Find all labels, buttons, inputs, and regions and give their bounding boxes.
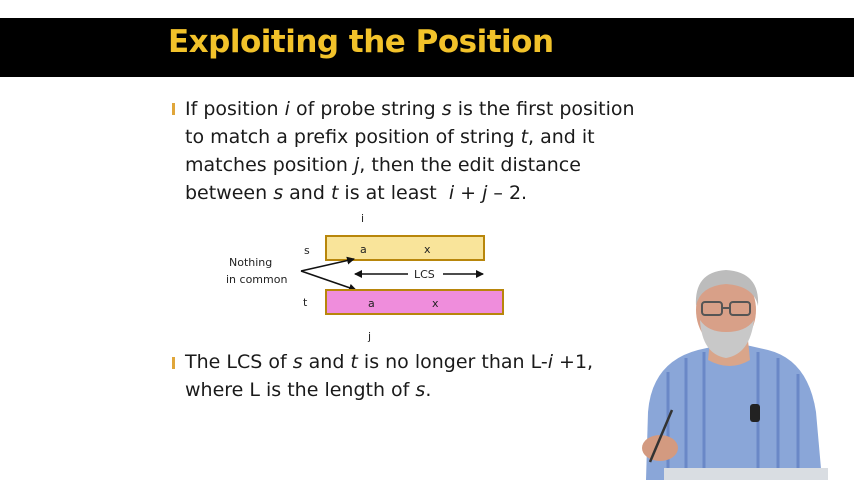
- lcs-label: LCS: [414, 268, 435, 281]
- t-bar: [325, 289, 504, 315]
- laptop-edge: [664, 468, 828, 480]
- label-j: j: [367, 330, 371, 343]
- label-t: t: [303, 296, 308, 309]
- lapel-microphone-icon: [750, 404, 760, 422]
- bullet-2-line-2: where L is the length of s.: [185, 379, 432, 401]
- bullet-marker-2: [172, 357, 175, 369]
- label-i: i: [361, 212, 364, 225]
- arrow-to-t-a: [300, 270, 357, 292]
- nothing-line-2: in common: [226, 273, 287, 286]
- s-bar: [325, 235, 485, 261]
- t-bar-x: x: [432, 297, 439, 310]
- label-s: s: [304, 244, 310, 257]
- bullet-2-line-1: The LCS of s and t is no longer than L-i…: [185, 351, 594, 373]
- nothing-line-1: Nothing: [229, 256, 272, 269]
- presenter-video: [642, 270, 828, 480]
- s-bar-x: x: [424, 243, 431, 256]
- t-bar-a: a: [368, 297, 375, 310]
- s-bar-a: a: [360, 243, 367, 256]
